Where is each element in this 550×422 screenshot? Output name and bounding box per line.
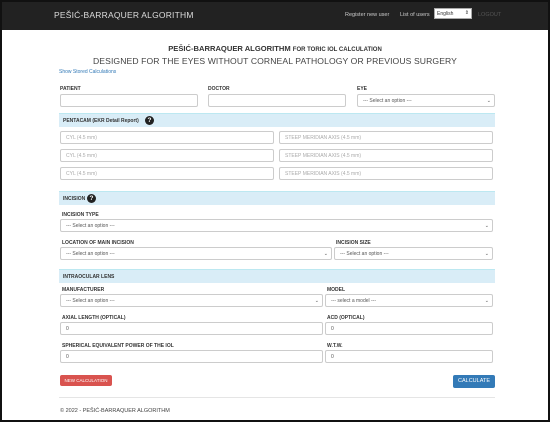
eye-select-value: --- Select an option --- <box>363 98 412 104</box>
list-users-link[interactable]: List of users <box>400 12 430 18</box>
footer-text: © 2022 - PEŠIĆ-BARRAQUER ALGORITHM <box>60 408 170 414</box>
navbar: PEŠIĆ-BARRAQUER ALGORITHM Register new u… <box>2 2 548 30</box>
language-value: English <box>437 11 454 17</box>
manufacturer-value: --- Select an option --- <box>66 298 115 304</box>
chevron-down-icon: ⌄ <box>484 223 489 229</box>
help-icon[interactable]: ? <box>87 194 96 203</box>
axial-length-input[interactable]: 0 <box>60 322 323 335</box>
app-frame: PEŠIĆ-BARRAQUER ALGORITHM Register new u… <box>0 0 550 422</box>
eye-label: EYE <box>357 86 368 92</box>
chevron-down-icon: ⌄ <box>484 298 489 304</box>
incision-size-value: --- Select an option --- <box>340 251 389 257</box>
incision-type-value: --- Select an option --- <box>66 223 115 229</box>
doctor-input[interactable] <box>208 94 346 107</box>
help-icon[interactable]: ? <box>145 116 154 125</box>
pentacam-section-header: PENTACAM (EKR Detail Report) ? <box>59 113 495 127</box>
page-title-suffix: FOR TORIC IOL CALCULATION <box>292 47 382 53</box>
incision-size-label: INCISION SIZE <box>336 240 371 246</box>
location-value: --- Select an option --- <box>66 251 115 257</box>
eye-select[interactable]: --- Select an option --- ⌄ <box>357 94 495 107</box>
chevron-down-icon: ⌄ <box>323 251 328 257</box>
location-label: LOCATION OF MAIN INCISION <box>62 240 134 246</box>
incision-heading: INCISION <box>63 196 86 202</box>
incision-type-label: INCISION TYPE <box>62 212 99 218</box>
logout-link[interactable]: LOGOUT <box>478 12 501 18</box>
pentacam-heading: PENTACAM (EKR Detail Report) <box>63 118 139 124</box>
patient-label: PATIENT <box>60 86 81 92</box>
wtw-input[interactable]: 0 <box>325 350 493 363</box>
new-calculation-button[interactable]: NEW CALCULATION <box>60 375 112 386</box>
cyl-input-1[interactable]: CYL (4.5 mm) <box>60 131 274 144</box>
page-title-main: PEŠIĆ-BARRAQUER ALGORITHM <box>168 44 291 53</box>
cyl-input-3[interactable]: CYL (4.5 mm) <box>60 167 274 180</box>
calculate-button[interactable]: CALCULATE <box>453 375 495 388</box>
acd-input[interactable]: 0 <box>325 322 493 335</box>
chevron-down-icon: ⌄ <box>314 298 319 304</box>
iol-heading: INTRAOCULAR LENS <box>63 274 115 280</box>
chevron-down-icon: ⌄ <box>484 251 489 257</box>
spherical-equivalent-input[interactable]: 0 <box>60 350 323 363</box>
location-select[interactable]: --- Select an option --- ⌄ <box>60 247 332 260</box>
footer-divider <box>59 397 495 398</box>
manufacturer-select[interactable]: --- Select an option --- ⌄ <box>60 294 323 307</box>
incision-section-header: INCISION ? <box>59 191 495 205</box>
show-stored-calculations-link[interactable]: Show Stored Calculations <box>59 69 116 75</box>
axial-length-label: AXIAL LENGTH (OPTICAL) <box>62 315 126 321</box>
acd-label: ACD (OPTICAL) <box>327 315 365 321</box>
spherical-equivalent-label: SPHERICAL EQUIVALENT POWER OF THE IOL <box>62 343 174 349</box>
cyl-input-2[interactable]: CYL (4.5 mm) <box>60 149 274 162</box>
register-user-link[interactable]: Register new user <box>345 12 389 18</box>
incision-size-select[interactable]: --- Select an option --- ⌄ <box>334 247 493 260</box>
language-select[interactable]: English ⇕ <box>434 8 472 19</box>
model-select[interactable]: --- select a model --- ⌄ <box>325 294 493 307</box>
steep-axis-input-3[interactable]: STEEP MERIDIAN AXIS (4.5 mm) <box>279 167 493 180</box>
patient-input[interactable] <box>60 94 198 107</box>
wtw-label: W.T.W. <box>327 343 343 349</box>
steep-axis-input-2[interactable]: STEEP MERIDIAN AXIS (4.5 mm) <box>279 149 493 162</box>
incision-type-select[interactable]: --- Select an option --- ⌄ <box>60 219 493 232</box>
chevron-down-icon: ⌄ <box>486 98 491 104</box>
page-subtitle: DESIGNED FOR THE EYES WITHOUT CORNEAL PA… <box>92 56 458 66</box>
iol-section-header: INTRAOCULAR LENS <box>59 269 495 283</box>
chevron-down-icon: ⇕ <box>464 10 469 16</box>
manufacturer-label: MANUFACTURER <box>62 287 105 293</box>
model-value: --- select a model --- <box>331 298 377 304</box>
doctor-label: DOCTOR <box>208 86 230 92</box>
steep-axis-input-1[interactable]: STEEP MERIDIAN AXIS (4.5 mm) <box>279 131 493 144</box>
model-label: MODEL <box>327 287 346 293</box>
brand-link[interactable]: PEŠIĆ-BARRAQUER ALGORITHM <box>54 10 194 20</box>
page-title: PEŠIĆ-BARRAQUER ALGORITHM FOR TORIC IOL … <box>2 44 548 53</box>
